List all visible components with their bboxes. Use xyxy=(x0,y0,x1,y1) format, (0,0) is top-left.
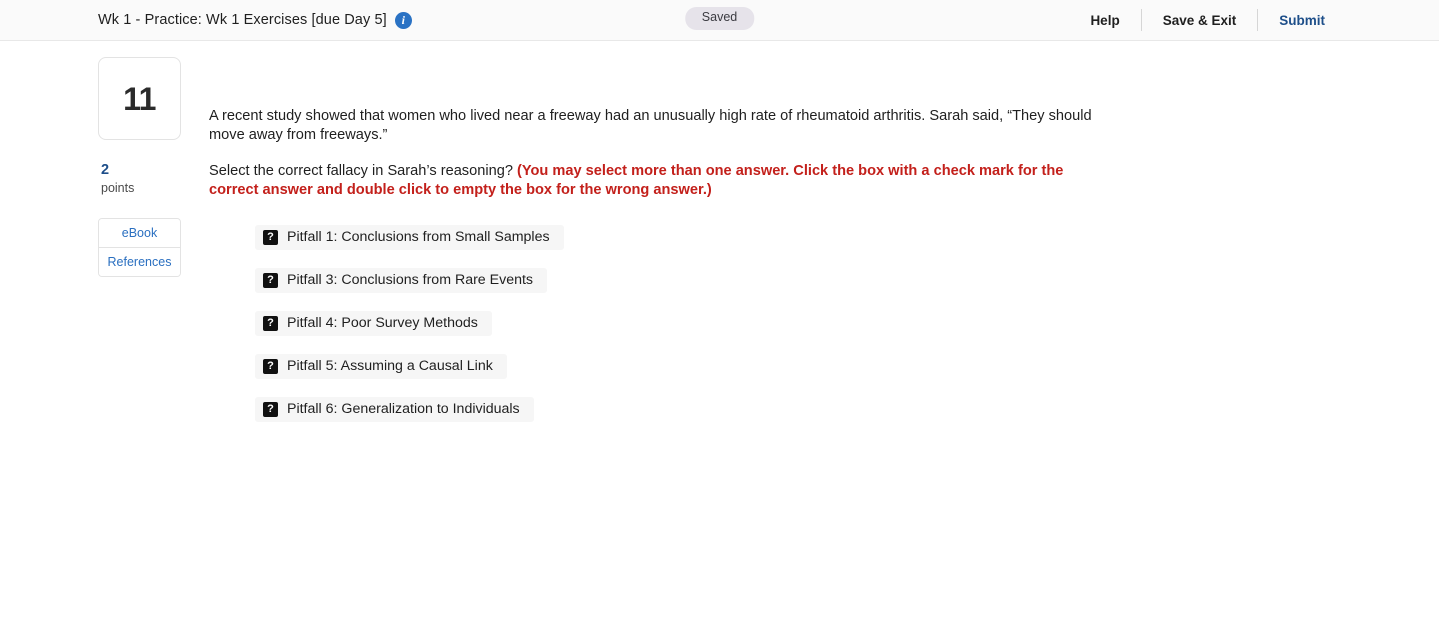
info-circle-icon[interactable]: i xyxy=(394,11,412,29)
answer-option-label: Pitfall 1: Conclusions from Small Sample… xyxy=(287,229,550,246)
status-badge: Saved xyxy=(684,7,755,30)
save-and-exit-button[interactable]: Save & Exit xyxy=(1142,13,1258,28)
question-stem: A recent study showed that women who liv… xyxy=(209,108,1092,143)
help-button[interactable]: Help xyxy=(1069,13,1140,28)
submit-button[interactable]: Submit xyxy=(1258,13,1325,28)
prompt-text: Select the correct fallacy in Sarah’s re… xyxy=(209,163,517,180)
question-sidebar: 11 2 points eBook References xyxy=(98,57,181,277)
answer-option-label: Pitfall 6: Generalization to Individuals xyxy=(287,401,520,418)
answer-option-label: Pitfall 4: Poor Survey Methods xyxy=(287,315,478,332)
answer-options-list: ? Pitfall 1: Conclusions from Small Samp… xyxy=(209,225,1139,423)
resource-button-group: eBook References xyxy=(98,217,181,277)
broken-image-icon: ? xyxy=(263,316,278,332)
broken-image-icon: ? xyxy=(263,359,278,375)
points-value: 2 xyxy=(101,162,110,178)
broken-image-icon: ? xyxy=(263,273,278,289)
question-number-card: 11 xyxy=(98,57,181,140)
header-title-group: Wk 1 - Practice: Wk 1 Exercises [due Day… xyxy=(98,0,412,40)
references-button[interactable]: References xyxy=(99,246,180,276)
points-block: 2 points xyxy=(98,162,181,196)
question-number: 11 xyxy=(123,80,156,117)
quiz-page: 11 2 points eBook References A recent st… xyxy=(0,41,1439,423)
page-title: Wk 1 - Practice: Wk 1 Exercises [due Day… xyxy=(98,12,387,28)
answer-option-label: Pitfall 5: Assuming a Causal Link xyxy=(287,358,493,375)
question-content: A recent study showed that women who liv… xyxy=(209,57,1139,423)
answer-option[interactable]: ? Pitfall 4: Poor Survey Methods xyxy=(255,311,492,337)
ebook-button[interactable]: eBook xyxy=(99,218,180,247)
broken-image-icon: ? xyxy=(263,230,278,246)
points-label: points xyxy=(101,180,135,195)
answer-option[interactable]: ? Pitfall 3: Conclusions from Rare Event… xyxy=(255,268,548,294)
answer-option-label: Pitfall 3: Conclusions from Rare Events xyxy=(287,272,534,289)
answer-option[interactable]: ? Pitfall 1: Conclusions from Small Samp… xyxy=(255,225,564,251)
question-prompt: Select the correct fallacy in Sarah’s re… xyxy=(209,162,1109,199)
header-actions: Help Save & Exit Submit xyxy=(1069,0,1325,40)
question-container: 11 2 points eBook References A recent st… xyxy=(0,41,1439,423)
answer-option[interactable]: ? Pitfall 6: Generalization to Individua… xyxy=(255,397,534,423)
answer-option[interactable]: ? Pitfall 5: Assuming a Causal Link xyxy=(255,354,507,380)
broken-image-icon: ? xyxy=(263,402,278,418)
app-header: Wk 1 - Practice: Wk 1 Exercises [due Day… xyxy=(0,0,1439,41)
